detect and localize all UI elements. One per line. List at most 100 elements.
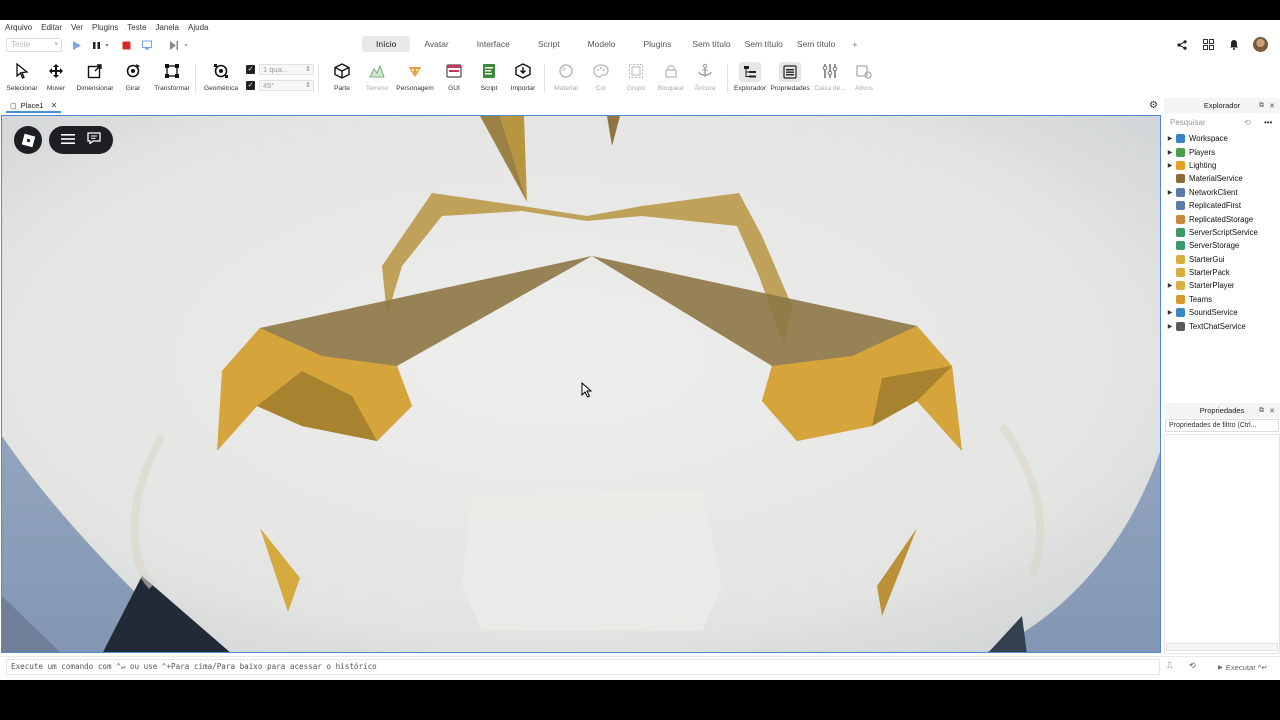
select-tool-button[interactable]: Selecionar: [3, 62, 41, 92]
tree-item-replicatedstorage[interactable]: ReplicatedStorage: [1166, 212, 1280, 225]
chevron-down-icon[interactable]: ▾: [180, 39, 192, 51]
share-icon[interactable]: [1175, 38, 1189, 52]
expand-arrow-icon[interactable]: ▶: [1166, 282, 1174, 289]
user-avatar[interactable]: [1253, 37, 1268, 52]
gui-button[interactable]: GUI: [435, 62, 473, 92]
tab-untitled-3[interactable]: Sem título: [790, 36, 842, 52]
team-create-icon[interactable]: [1201, 38, 1215, 52]
menu-view[interactable]: Ver: [71, 23, 83, 32]
tab-avatar[interactable]: Avatar: [410, 36, 462, 52]
expand-arrow-icon[interactable]: ▶: [1166, 135, 1174, 142]
tab-home[interactable]: Início: [362, 36, 411, 52]
command-input[interactable]: Execute um comando com ^↵ ou use ^+Para …: [6, 659, 1160, 675]
scale-tool-button[interactable]: Dimensionar: [76, 62, 114, 92]
tab-script[interactable]: Script: [524, 36, 574, 52]
move-tool-button[interactable]: Mover: [37, 62, 75, 92]
group-button[interactable]: Grupo: [617, 62, 655, 92]
terrain-button[interactable]: Terreno: [358, 62, 396, 92]
rotate-tool-button[interactable]: Girar: [114, 62, 152, 92]
import-button[interactable]: Importar: [504, 62, 542, 92]
snap-rotate-checkbox[interactable]: ✓: [246, 80, 255, 90]
place-tab[interactable]: ▢ Place1 ✕: [6, 100, 62, 113]
history-icon[interactable]: ⟲: [1244, 115, 1256, 130]
add-tab-button[interactable]: +: [842, 36, 867, 54]
expand-arrow-icon[interactable]: ▶: [1166, 323, 1174, 330]
menu-window[interactable]: Janela: [155, 23, 179, 32]
tab-untitled-1[interactable]: Sem título: [685, 36, 737, 52]
roblox-logo-button[interactable]: [14, 126, 42, 154]
menu-edit[interactable]: Editar: [41, 23, 62, 32]
transform-tool-button[interactable]: Transformar: [153, 62, 191, 92]
horizontal-scrollbar[interactable]: [1166, 643, 1278, 651]
test-mode-select[interactable]: Teste ▾: [6, 38, 62, 52]
history-icon[interactable]: ⟲: [1189, 661, 1196, 670]
explorer-toggle-button[interactable]: Explorador: [731, 62, 769, 92]
step-icon[interactable]: [168, 39, 180, 51]
properties-toggle-button[interactable]: Propriedades: [770, 62, 810, 92]
3d-viewport[interactable]: [1, 115, 1161, 653]
cursor-icon: [13, 62, 31, 80]
geometric-mode-button[interactable]: Geométrica: [202, 62, 240, 92]
chat-icon[interactable]: [87, 131, 101, 149]
menu-test[interactable]: Teste: [127, 23, 146, 32]
tree-item-workspace[interactable]: ▶ Workspace: [1166, 132, 1280, 145]
anchor-button[interactable]: Âncora: [686, 62, 724, 92]
explorer-search-input[interactable]: Pesquisar: [1164, 115, 1280, 130]
snap-move-checkbox[interactable]: ✓: [246, 64, 255, 74]
tree-item-starterpack[interactable]: StarterPack: [1166, 266, 1280, 279]
character-button[interactable]: Personagem: [396, 62, 434, 92]
tab-plugins[interactable]: Plugins: [629, 36, 685, 52]
part-button[interactable]: Parte: [323, 62, 361, 92]
stop-icon[interactable]: [120, 39, 132, 51]
snap-move-input[interactable]: 1 qua...: [259, 63, 314, 75]
bookmark-icon[interactable]: ⎍: [1167, 661, 1173, 671]
tree-item-serverstorage[interactable]: ServerStorage: [1166, 239, 1280, 252]
execute-button[interactable]: ▶ Executar ^↵: [1212, 660, 1274, 674]
undock-icon[interactable]: ⧉: [1259, 407, 1264, 415]
expand-arrow-icon[interactable]: ▶: [1166, 149, 1174, 156]
chevron-down-icon[interactable]: ▾: [101, 39, 113, 51]
expand-arrow-icon[interactable]: ▶: [1166, 189, 1174, 196]
more-options-icon[interactable]: •••: [1264, 115, 1276, 130]
tree-item-starterplayer[interactable]: ▶ StarterPlayer: [1166, 279, 1280, 292]
tree-item-startergui[interactable]: StarterGui: [1166, 253, 1280, 266]
gui-icon: [445, 62, 463, 80]
menu-plugins[interactable]: Plugins: [92, 23, 118, 32]
menu-file[interactable]: Arquivo: [5, 23, 32, 32]
close-icon[interactable]: ✕: [51, 101, 58, 110]
close-icon[interactable]: ✕: [1269, 102, 1275, 110]
properties-filter-input[interactable]: Propriedades de filtro (Ctrl...: [1165, 419, 1279, 432]
play-icon[interactable]: [70, 39, 82, 51]
material-button[interactable]: Material: [547, 62, 585, 92]
expand-arrow-icon[interactable]: ▶: [1166, 309, 1174, 316]
toolbox-button[interactable]: Caixa de...: [811, 62, 849, 92]
tree-item-materialservice[interactable]: MaterialService: [1166, 172, 1280, 185]
hamburger-menu-icon[interactable]: [61, 131, 75, 149]
tree-item-replicatedfirst[interactable]: ReplicatedFirst: [1166, 199, 1280, 212]
script-button[interactable]: Script: [470, 62, 508, 92]
lock-button[interactable]: Bloquear: [652, 62, 690, 92]
tree-item-lighting[interactable]: ▶ Lighting: [1166, 159, 1280, 172]
notification-bell-icon[interactable]: [1227, 38, 1241, 52]
tab-untitled-2[interactable]: Sem título: [738, 36, 790, 52]
gear-icon[interactable]: ⚙: [1149, 100, 1158, 111]
assets-button[interactable]: Ativos: [845, 62, 883, 92]
menu-help[interactable]: Ajuda: [188, 23, 208, 32]
tree-item-teams[interactable]: Teams: [1166, 293, 1280, 306]
tree-item-players[interactable]: ▶ Players: [1166, 145, 1280, 158]
expand-arrow-icon[interactable]: ▶: [1166, 162, 1174, 169]
close-icon[interactable]: ✕: [1269, 407, 1275, 415]
undock-icon[interactable]: ⧉: [1259, 102, 1264, 110]
tab-model[interactable]: Modelo: [574, 36, 630, 52]
tree-item-textchatservice[interactable]: ▶ TextChatService: [1166, 319, 1280, 332]
color-button[interactable]: Cor: [582, 62, 620, 92]
tab-interface[interactable]: Interface: [463, 36, 524, 52]
snap-rotate-control[interactable]: ✓ 45°: [246, 79, 314, 91]
snap-rotate-input[interactable]: 45°: [259, 79, 314, 91]
tree-item-networkclient[interactable]: ▶ NetworkClient: [1166, 186, 1280, 199]
toolbox-label: Caixa de...: [814, 85, 846, 92]
snap-move-control[interactable]: ✓ 1 qua...: [246, 63, 314, 75]
tree-item-serverscriptservice[interactable]: ServerScriptService: [1166, 226, 1280, 239]
tree-item-soundservice[interactable]: ▶ SoundService: [1166, 306, 1280, 319]
client-server-icon[interactable]: [141, 39, 153, 51]
